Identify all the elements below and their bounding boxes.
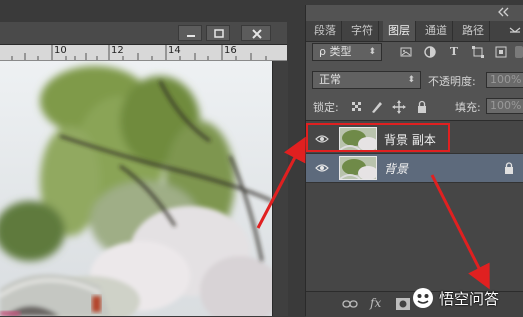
horizontal-ruler: 10 12 14 16: [0, 45, 287, 61]
layer-name[interactable]: 背景 副本: [384, 131, 436, 148]
vertical-scrollbar[interactable]: [272, 61, 288, 316]
watermark-logo-icon: [413, 288, 433, 308]
panel-tab-bar: 段落 字符 图层 通道 路径: [306, 21, 523, 42]
layer-thumbnail: [339, 156, 377, 180]
ruler-number: 12: [111, 45, 124, 56]
tab-label: 路径: [462, 24, 484, 37]
layer-filter-dropdown[interactable]: ρ 类型 ⬍: [312, 43, 382, 61]
fill-value: 100%: [490, 99, 522, 112]
opacity-input[interactable]: 100%: [486, 72, 523, 88]
fx-icon[interactable]: fx: [370, 296, 381, 310]
layer-name[interactable]: 背景: [384, 160, 408, 177]
tab-label: 段落: [314, 24, 336, 37]
tab-channels[interactable]: 通道: [420, 21, 453, 41]
layer-row-background-copy[interactable]: 背景 副本: [306, 125, 523, 154]
document-window: 10 12 14 16: [0, 22, 288, 316]
filter-toggle[interactable]: [515, 46, 523, 58]
lock-all-icon[interactable]: [415, 100, 429, 114]
mask-icon[interactable]: [396, 298, 410, 310]
dropdown-arrows-icon: ⬍: [368, 47, 376, 57]
layer-lock-icon: [505, 162, 513, 174]
lock-position-icon[interactable]: [392, 100, 406, 114]
opacity-label: 不透明度:: [428, 75, 476, 88]
layer-row-background[interactable]: 背景: [306, 154, 523, 183]
minimize-icon[interactable]: [178, 25, 202, 41]
image-filter-icon[interactable]: [399, 45, 413, 59]
tab-paths[interactable]: 路径: [457, 21, 490, 41]
dropdown-arrows-icon: ⬍: [407, 75, 415, 85]
panel-collapse-icon[interactable]: [495, 6, 523, 18]
ruler-ticks: [11, 45, 267, 60]
type-filter-icon[interactable]: T: [447, 45, 461, 59]
image-canvas[interactable]: [0, 61, 272, 316]
lock-image-pixels-icon[interactable]: [370, 100, 384, 114]
smart-object-filter-icon[interactable]: [494, 45, 508, 59]
close-icon[interactable]: [241, 25, 271, 41]
tab-layers[interactable]: 图层: [383, 21, 416, 41]
panel-menu-icon[interactable]: [509, 25, 521, 37]
tab-paragraph[interactable]: 段落: [309, 21, 342, 41]
blend-mode-value: 正常: [319, 73, 341, 86]
maximize-icon[interactable]: [206, 25, 230, 41]
ruler-number: 16: [224, 45, 237, 56]
ruler-number: 10: [54, 45, 67, 56]
adjustment-filter-icon[interactable]: [423, 45, 437, 59]
visibility-eye-icon[interactable]: [315, 133, 329, 145]
tab-label: 字符: [351, 24, 373, 37]
blend-mode-dropdown[interactable]: 正常 ⬍: [312, 71, 421, 89]
lock-transparent-pixels-icon[interactable]: [350, 100, 364, 114]
tab-label: 通道: [425, 24, 447, 37]
layer-filter-label: ρ 类型: [319, 45, 352, 58]
layers-list: 背景 副本 背景: [306, 120, 523, 291]
fill-input[interactable]: 100%: [486, 98, 523, 114]
layers-panel: 段落 字符 图层 通道 路径 ρ 类型 ⬍ T 正常 ⬍ 不透明度: 100% …: [305, 5, 523, 317]
tab-label: 图层: [388, 24, 410, 37]
link-icon[interactable]: [342, 299, 358, 309]
blurred-willow-photo: [0, 61, 272, 316]
watermark-text: 悟空问答: [439, 290, 500, 308]
fill-label: 填充:: [455, 101, 481, 114]
layer-thumbnail: [339, 127, 377, 151]
shape-filter-icon[interactable]: [471, 45, 485, 59]
visibility-eye-icon[interactable]: [315, 162, 329, 174]
lock-label: 锁定:: [313, 101, 339, 114]
document-title-bar[interactable]: [0, 22, 287, 45]
opacity-value: 100%: [490, 73, 522, 86]
ruler-number: 14: [168, 45, 181, 56]
tab-character[interactable]: 字符: [346, 21, 379, 41]
